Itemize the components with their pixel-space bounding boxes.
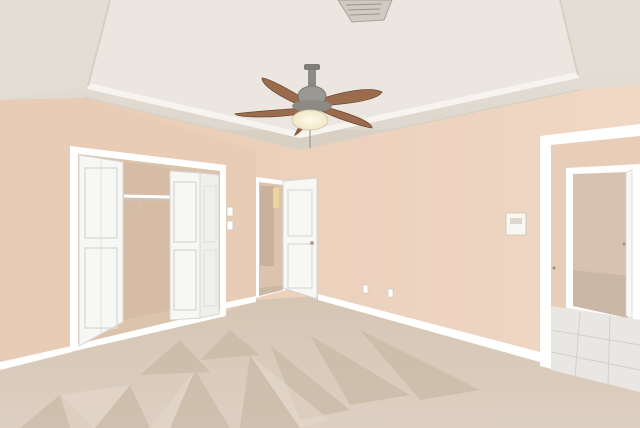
- hallway: [256, 177, 286, 298]
- hallway-door[interactable]: [282, 177, 318, 300]
- bathroom-doorway: [540, 124, 640, 392]
- thermostat-icon[interactable]: [505, 212, 527, 236]
- room-scene: [0, 0, 640, 428]
- closet-left-door[interactable]: [78, 154, 124, 347]
- closet-right-door[interactable]: [169, 170, 220, 321]
- door-knob[interactable]: [310, 241, 314, 245]
